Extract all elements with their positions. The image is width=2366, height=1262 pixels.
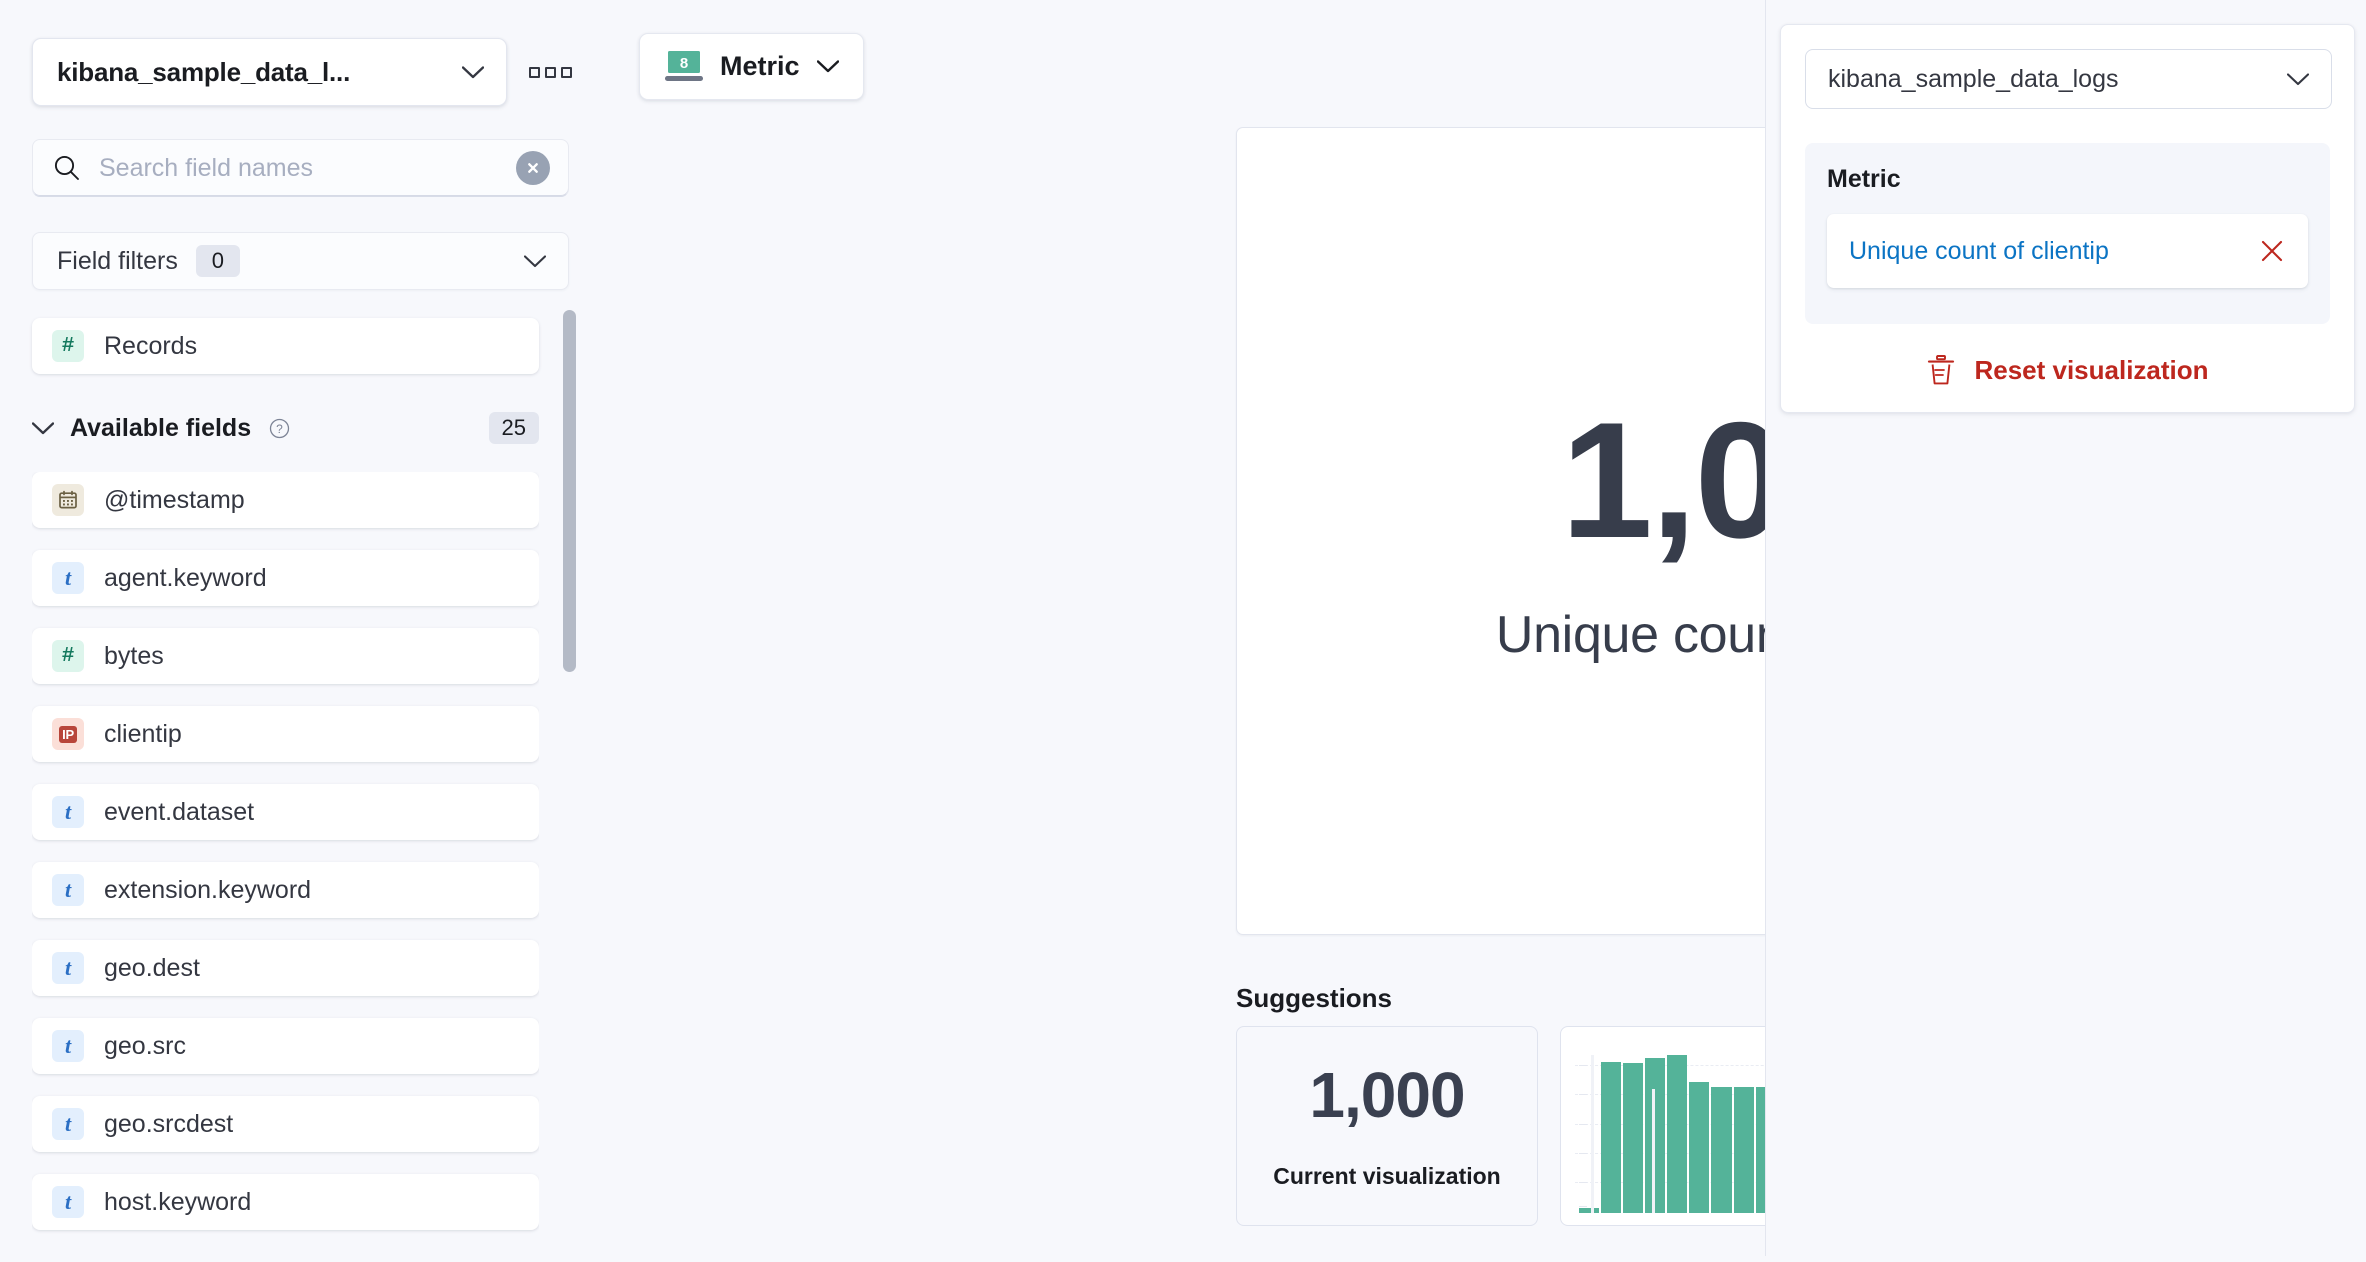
string-field-icon: t: [52, 1186, 84, 1218]
suggestions-title: Suggestions: [1236, 983, 1393, 1013]
boxes-icon[interactable]: [529, 66, 572, 78]
ip-glyph: IP: [59, 725, 77, 743]
field-filters-toggle[interactable]: Field filters 0: [32, 232, 569, 290]
axis-whisker: [1651, 1089, 1655, 1213]
ip-field-icon: IP: [52, 718, 84, 750]
config-panel: kibana_sample_data_logs Metric Unique co…: [1766, 0, 2366, 1256]
date-field-icon: [52, 484, 84, 516]
dimension-trigger-metric[interactable]: Unique count of clientip: [1827, 214, 2308, 288]
chevron-down-icon: [462, 65, 484, 79]
available-fields-label: Available fields: [70, 413, 252, 442]
field-item-label: extension.keyword: [104, 875, 312, 904]
field-item[interactable]: t geo.dest: [32, 940, 539, 996]
chart-switch-button[interactable]: 8 Metric: [639, 33, 864, 100]
datasource-select[interactable]: kibana_sample_data_l...: [32, 38, 507, 106]
field-item-label: bytes: [104, 641, 164, 670]
field-item[interactable]: t agent.keyword: [32, 550, 539, 606]
scrollbar-thumb[interactable]: [563, 310, 576, 672]
field-item-label: host.keyword: [104, 1187, 252, 1216]
index-pattern-select[interactable]: kibana_sample_data_logs: [1805, 49, 2332, 109]
search-input[interactable]: [99, 153, 516, 183]
svg-text:?: ?: [276, 422, 283, 436]
bar: [1623, 1063, 1644, 1213]
chart-switch-label: Metric: [720, 51, 800, 81]
field-item-label: geo.srcdest: [104, 1109, 234, 1138]
field-item-label: clientip: [104, 719, 182, 748]
field-item[interactable]: t event.dataset: [32, 784, 539, 840]
search-field-container[interactable]: [32, 139, 569, 197]
config-card: kibana_sample_data_logs Metric Unique co…: [1780, 24, 2355, 413]
search-icon: [53, 154, 81, 182]
datasource-row: kibana_sample_data_l...: [32, 38, 572, 106]
reset-visualization-label: Reset visualization: [1974, 354, 2209, 385]
bar: [1711, 1087, 1732, 1213]
bar: [1601, 1061, 1622, 1213]
field-item-records[interactable]: # Records: [32, 318, 539, 374]
field-item[interactable]: t host.keyword: [32, 1174, 539, 1230]
field-item[interactable]: # bytes: [32, 628, 539, 684]
dimension-label: Unique count of clientip: [1849, 236, 2109, 265]
box-glyph-1: [529, 66, 540, 78]
question-in-circle-icon[interactable]: ?: [269, 418, 290, 439]
chevron-down-icon: [816, 60, 839, 73]
field-item-label: @timestamp: [104, 485, 245, 514]
chevron-down-icon: [524, 254, 546, 268]
clear-search-icon[interactable]: [516, 151, 550, 185]
field-filters-label: Field filters: [57, 246, 178, 275]
available-fields-left: Available fields ?: [31, 413, 290, 443]
field-item-label: event.dataset: [104, 797, 255, 826]
string-field-icon: t: [52, 874, 84, 906]
field-item-label: geo.dest: [104, 953, 200, 982]
bar: [1579, 1207, 1600, 1213]
svg-text:8: 8: [680, 55, 688, 72]
bar: [1645, 1058, 1666, 1213]
chevron-down-icon: [2287, 72, 2309, 86]
available-fields-count-badge: 25: [488, 412, 539, 444]
bar: [1667, 1054, 1688, 1213]
field-list-scrollbar[interactable]: [563, 302, 576, 1262]
suggestion-metric-value: 1,000: [1309, 1058, 1465, 1131]
field-filters-left: Field filters 0: [57, 245, 240, 277]
string-field-icon: t: [52, 952, 84, 984]
field-filters-count-badge: 0: [195, 245, 240, 277]
metric-dimension-group: Metric Unique count of clientip: [1805, 143, 2330, 324]
field-item[interactable]: t extension.keyword: [32, 862, 539, 918]
field-item-label: geo.src: [104, 1031, 186, 1060]
field-item-label: agent.keyword: [104, 563, 267, 592]
reset-visualization-button[interactable]: Reset visualization: [1805, 354, 2330, 386]
string-field-icon: t: [52, 562, 84, 594]
metric-visualization-icon: 8: [665, 50, 703, 84]
field-item[interactable]: t geo.srcdest: [32, 1096, 539, 1152]
workspace: 8 Metric 1,000 Unique count of clientip …: [593, 0, 2289, 1256]
box-glyph-2: [545, 66, 556, 78]
cross-icon[interactable]: [2259, 238, 2285, 264]
suggestion-current-visualization[interactable]: 1,000 Current visualization: [1236, 1026, 1538, 1226]
suggestion-caption: Current visualization: [1273, 1162, 1501, 1189]
field-item[interactable]: t geo.src: [32, 1018, 539, 1074]
string-field-icon: t: [52, 1108, 84, 1140]
field-item[interactable]: IP clientip: [32, 706, 539, 762]
metric-group-title: Metric: [1827, 165, 1901, 193]
available-fields-list: @timestamp t agent.keyword # bytes IP clientip…: [32, 472, 539, 1256]
data-panel: kibana_sample_data_l... Field filter: [0, 0, 593, 1256]
string-field-icon: t: [52, 1030, 84, 1062]
datasource-select-label: kibana_sample_data_l...: [57, 56, 351, 87]
axis-whisker: [1591, 1054, 1595, 1213]
trash-icon: [1926, 354, 1956, 386]
string-field-icon: t: [52, 796, 84, 828]
chevron-down-icon: [31, 421, 55, 435]
field-item-label: Records: [104, 331, 198, 360]
box-glyph-3: [561, 66, 572, 78]
available-fields-header[interactable]: Available fields ? 25: [31, 412, 539, 444]
field-item[interactable]: @timestamp: [32, 472, 539, 528]
bar: [1733, 1087, 1754, 1213]
index-pattern-label: kibana_sample_data_logs: [1828, 64, 2119, 93]
number-field-icon: #: [52, 330, 84, 362]
number-field-icon: #: [52, 640, 84, 672]
bar: [1689, 1082, 1710, 1213]
